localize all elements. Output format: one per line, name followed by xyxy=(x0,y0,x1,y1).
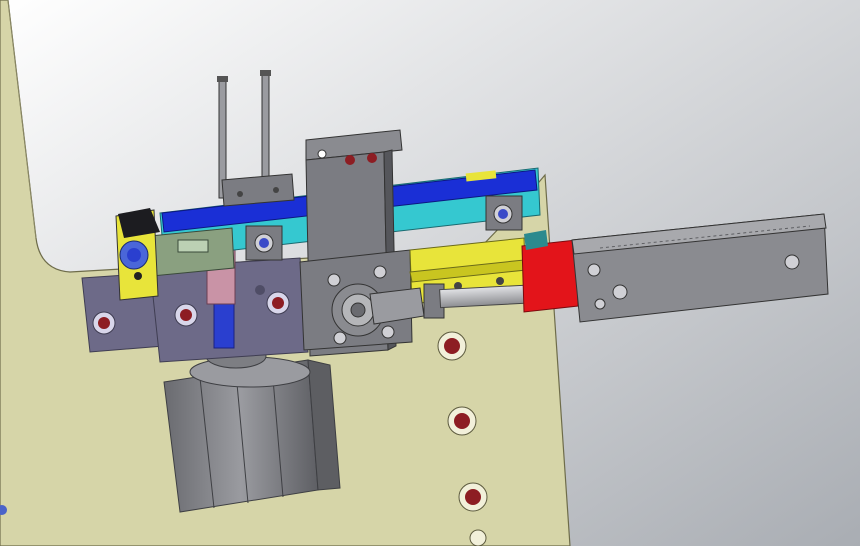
vertical-cylinder xyxy=(163,343,341,513)
assembly-drawing xyxy=(0,0,860,546)
cad-viewport[interactable] xyxy=(0,0,860,546)
